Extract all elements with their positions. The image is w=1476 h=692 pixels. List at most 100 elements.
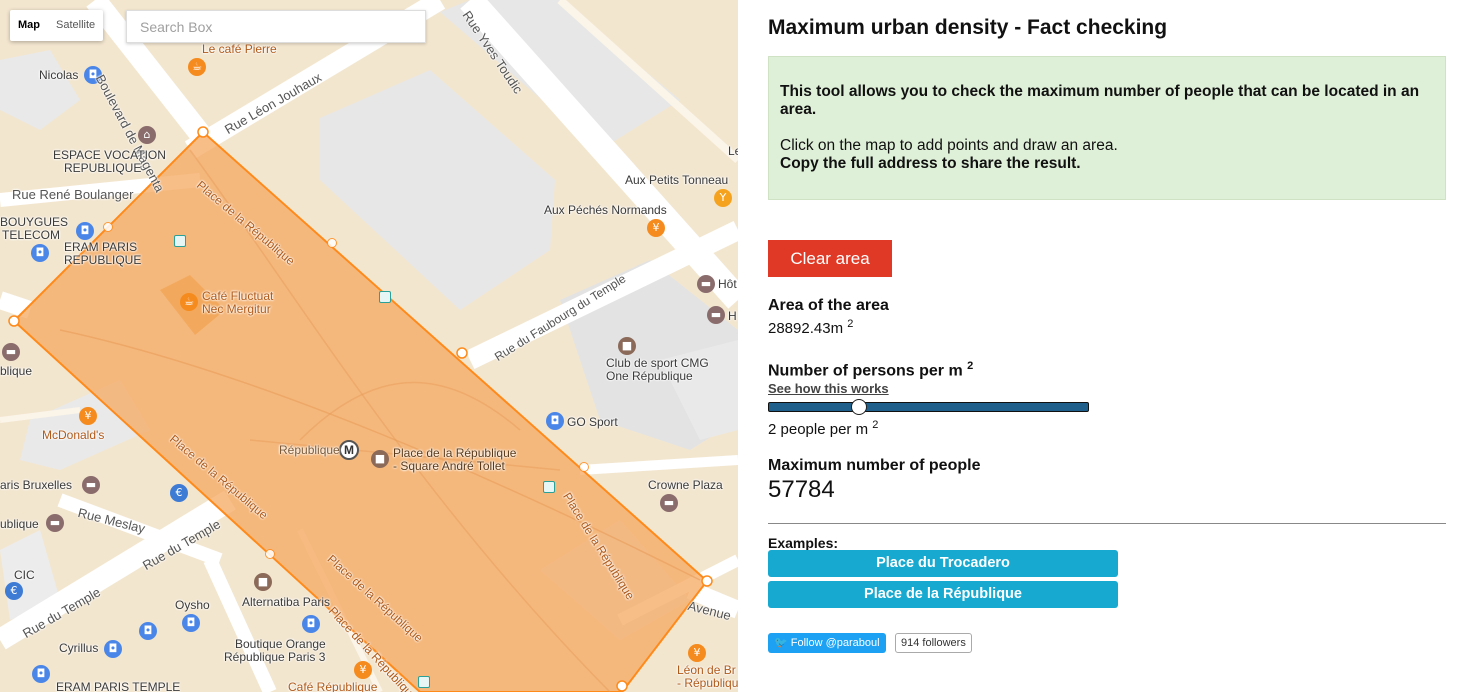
map-label: Nec Mergitur [202,302,271,316]
cafe-icon[interactable]: ☕ [188,58,206,76]
app-root: ☕ ◘ ⌂ ◘ ◘ ☕ Y ¥ ▬ ▬ ■ ▬ ◘ ¥ ■ € ▬ ▬ ▬ € … [0,0,1476,692]
club-icon[interactable]: ■ [618,337,636,355]
building-icon[interactable]: ■ [254,573,272,591]
map-label: - Square André Tollet [393,459,505,473]
clear-area-button[interactable]: Clear area [768,240,892,277]
shopping-bag-icon[interactable]: ◘ [139,622,157,640]
map-label: Hôt [718,277,737,291]
map-label: GO Sport [567,415,618,429]
search-input[interactable] [126,10,426,43]
hotel-icon[interactable]: ▬ [46,514,64,532]
shopping-bag-icon[interactable]: ◘ [31,244,49,262]
bank-icon[interactable]: € [5,582,23,600]
area-value: 28892.43m 2 [768,318,853,337]
map-type-map-button[interactable]: Map [10,10,48,41]
density-slider-track[interactable] [768,402,1089,412]
map-type-control: Map Satellite [10,10,104,41]
examples-label: Examples: [768,535,839,551]
info-description: This tool allows you to check the maximu… [780,83,1420,118]
twitter-follow-button[interactable]: 🐦 Follow @paraboul [768,633,886,653]
map-label: BOUYGUES [0,215,69,229]
polygon-vertex [8,315,20,327]
shopping-bag-icon[interactable]: ◘ [104,640,122,658]
info-share-hint: Copy the full address to share the resul… [780,155,1081,172]
polygon-midpoint [579,462,589,472]
map-label: Boutique Orange [235,637,326,651]
bar-icon[interactable]: Y [714,189,732,207]
map-label: Oysho [175,598,210,612]
map-label: ERAM PARIS TEMPLE [56,680,181,692]
restaurant-icon[interactable]: ¥ [79,407,97,425]
map-label: Cyrillus [59,641,99,655]
example-trocadero-button[interactable]: Place du Trocadero [768,550,1118,577]
persons-per-m2-label: Number of persons per m 2 [768,360,973,380]
map-label: Nicolas [39,68,79,82]
bus-stop-icon[interactable] [418,676,430,688]
density-value: 2 people per m 2 [768,419,878,438]
map-label: Aux Petits Tonneau [625,173,729,187]
bank-icon[interactable]: € [170,484,188,502]
map-canvas[interactable]: ☕ ◘ ⌂ ◘ ◘ ☕ Y ¥ ▬ ▬ ■ ▬ ◘ ¥ ■ € ▬ ▬ ▬ € … [0,0,738,692]
map-label: REPUBLIQUE [64,161,142,175]
polygon-vertex [197,126,209,138]
cafe-icon[interactable]: ☕ [180,293,198,311]
hotel-icon[interactable]: ▬ [697,275,715,293]
persons-per-m2-text: Number of persons per m [768,362,963,380]
map-type-satellite-button[interactable]: Satellite [48,10,103,41]
restaurant-icon[interactable]: ¥ [354,661,372,679]
density-value-text: 2 people per m [768,421,869,438]
example-republique-button[interactable]: Place de la République [768,581,1118,608]
map-label: - République [677,676,738,690]
landmark-icon[interactable]: ■ [371,450,389,468]
map-label: Café République [288,680,378,692]
restaurant-icon[interactable]: ¥ [688,644,706,662]
max-people-label: Maximum number of people [768,457,981,474]
map-label: McDonald's [42,428,105,442]
hotel-icon[interactable]: ▬ [707,306,725,324]
bus-stop-icon[interactable] [174,235,186,247]
divider [768,523,1446,524]
map-label: TELECOM [2,228,61,242]
area-unit-exponent: 2 [847,318,854,330]
bus-stop-icon[interactable] [379,291,391,303]
how-it-works-link[interactable]: See how this works [768,381,889,396]
hotel-icon[interactable]: ▬ [2,343,20,361]
polygon-vertex [456,347,468,359]
max-people-value: 57784 [768,476,835,503]
info-box: This tool allows you to check the maximu… [768,56,1446,200]
area-label: Area of the area [768,297,889,314]
page-title: Maximum urban density - Fact checking [768,16,1168,39]
twitter-followers-count: 914 followers [895,633,972,653]
map-label: REPUBLIQUE [64,253,142,267]
shopping-bag-icon[interactable]: ◘ [32,665,50,683]
map-label: H [728,309,737,323]
map-label: République Paris 3 [224,650,326,664]
bus-stop-icon[interactable] [543,481,555,493]
polygon-midpoint [103,222,113,232]
hotel-icon[interactable]: ▬ [660,494,678,512]
map-label: CIC [14,568,35,582]
density-slider-thumb[interactable] [851,399,867,415]
street-label: Rue René Boulanger [12,187,134,202]
polygon-vertex [616,680,628,692]
map-label: Place de la République [393,446,517,460]
shopping-bag-icon[interactable]: ◘ [546,412,564,430]
shopping-bag-icon[interactable]: ◘ [302,615,320,633]
polygon-vertex [701,575,713,587]
shopping-bag-icon[interactable]: ◘ [182,614,200,632]
shopping-bag-icon[interactable]: ◘ [76,222,94,240]
map-label: Le café Pierre [202,42,277,56]
metro-icon[interactable]: M [339,440,359,460]
metro-label: République [279,443,340,457]
map-label: Le [728,144,738,158]
hotel-icon[interactable]: ▬ [82,476,100,494]
map-label: Crowne Plaza [648,478,723,492]
map-label: Alternatiba Paris [242,595,331,609]
restaurant-icon[interactable]: ¥ [647,219,665,237]
map-label: ESPACE VOCATION [53,148,166,162]
area-value-number: 28892.43m [768,320,844,337]
map-label: ublique [0,517,39,531]
twitter-follow-label: Follow @paraboul [790,637,880,649]
density-unit-exponent: 2 [872,419,879,431]
map-label: Aux Péchés Normands [544,203,667,217]
